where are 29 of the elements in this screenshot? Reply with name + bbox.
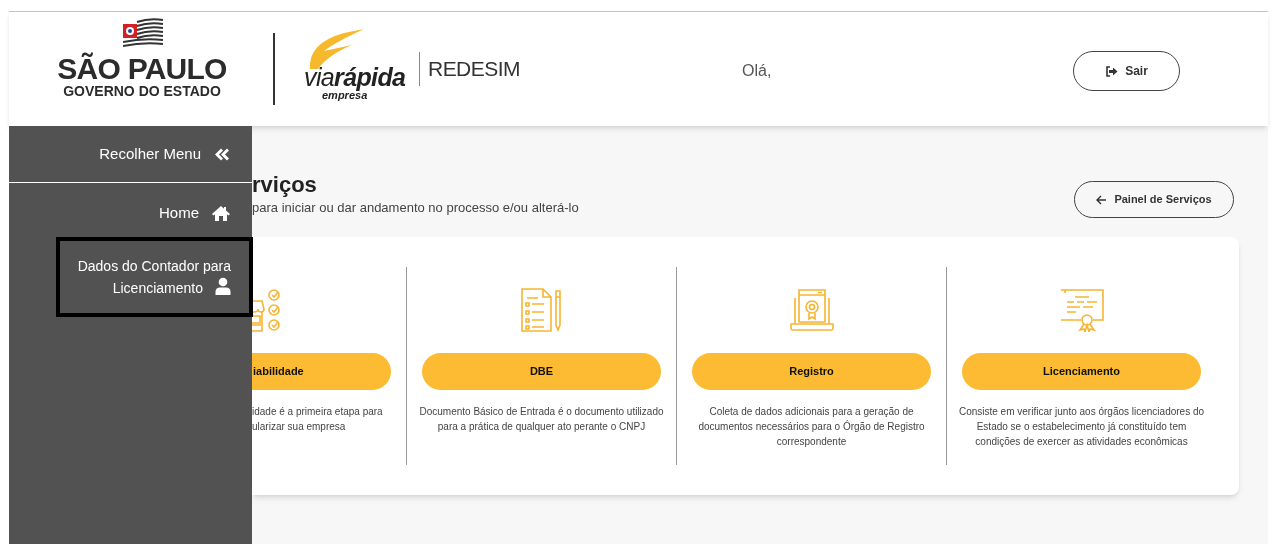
- menu-item[interactable]: Dados do Contador para Licenciamento: [56, 237, 253, 317]
- service-button[interactable]: Registro: [692, 353, 931, 390]
- service-button[interactable]: DBE: [422, 353, 661, 390]
- service-button[interactable]: iabilidade: [252, 353, 391, 390]
- logo-tagline: empresa: [322, 90, 368, 101]
- menu-item[interactable]: Home: [9, 198, 252, 228]
- service-button[interactable]: Licenciamento: [962, 353, 1201, 390]
- service-description: Documento Básico de Entrada é o documento utilizado para a prática de qualquer ato perante o CNPJ: [418, 405, 665, 434]
- arrow-left-icon: [1096, 194, 1108, 205]
- logout-button[interactable]: Sair: [1073, 51, 1180, 91]
- greeting-text: Olá,: [742, 61, 772, 81]
- double-chevron-icon: [215, 147, 230, 161]
- service-description: Consiste em verificar junto aos órgãos licenciadores do Estado se o estabelecimento já constituído tem condições de exercer as atividades econômicas: [957, 405, 1206, 449]
- service-description: idade é a primeira etapa para: [252, 405, 384, 419]
- home-icon: [211, 204, 231, 222]
- logo-word: rápida: [334, 65, 406, 89]
- page-subtitle: para iniciar ou dar andamento no processo e/ou alterá-lo: [252, 199, 579, 217]
- logo-subtitle: GOVERNO DO ESTADO: [63, 83, 221, 99]
- logo-title: SÃO PAULO: [57, 53, 227, 84]
- certificate-icon: [1059, 288, 1104, 332]
- service-description: Coleta de dados adicionais para a geração de documentos necessários para o Órgão de Registro correspondente: [697, 405, 926, 449]
- document-pen-icon: [520, 288, 563, 332]
- logo-word: via: [304, 65, 335, 89]
- logo-product: REDESIM: [428, 56, 520, 83]
- user-icon: [215, 277, 231, 295]
- service-description: ularizar sua empresa: [252, 420, 347, 434]
- page-title: rviços: [252, 171, 318, 199]
- logout-icon: [1105, 65, 1119, 77]
- laptop-gear-icon: [789, 288, 834, 332]
